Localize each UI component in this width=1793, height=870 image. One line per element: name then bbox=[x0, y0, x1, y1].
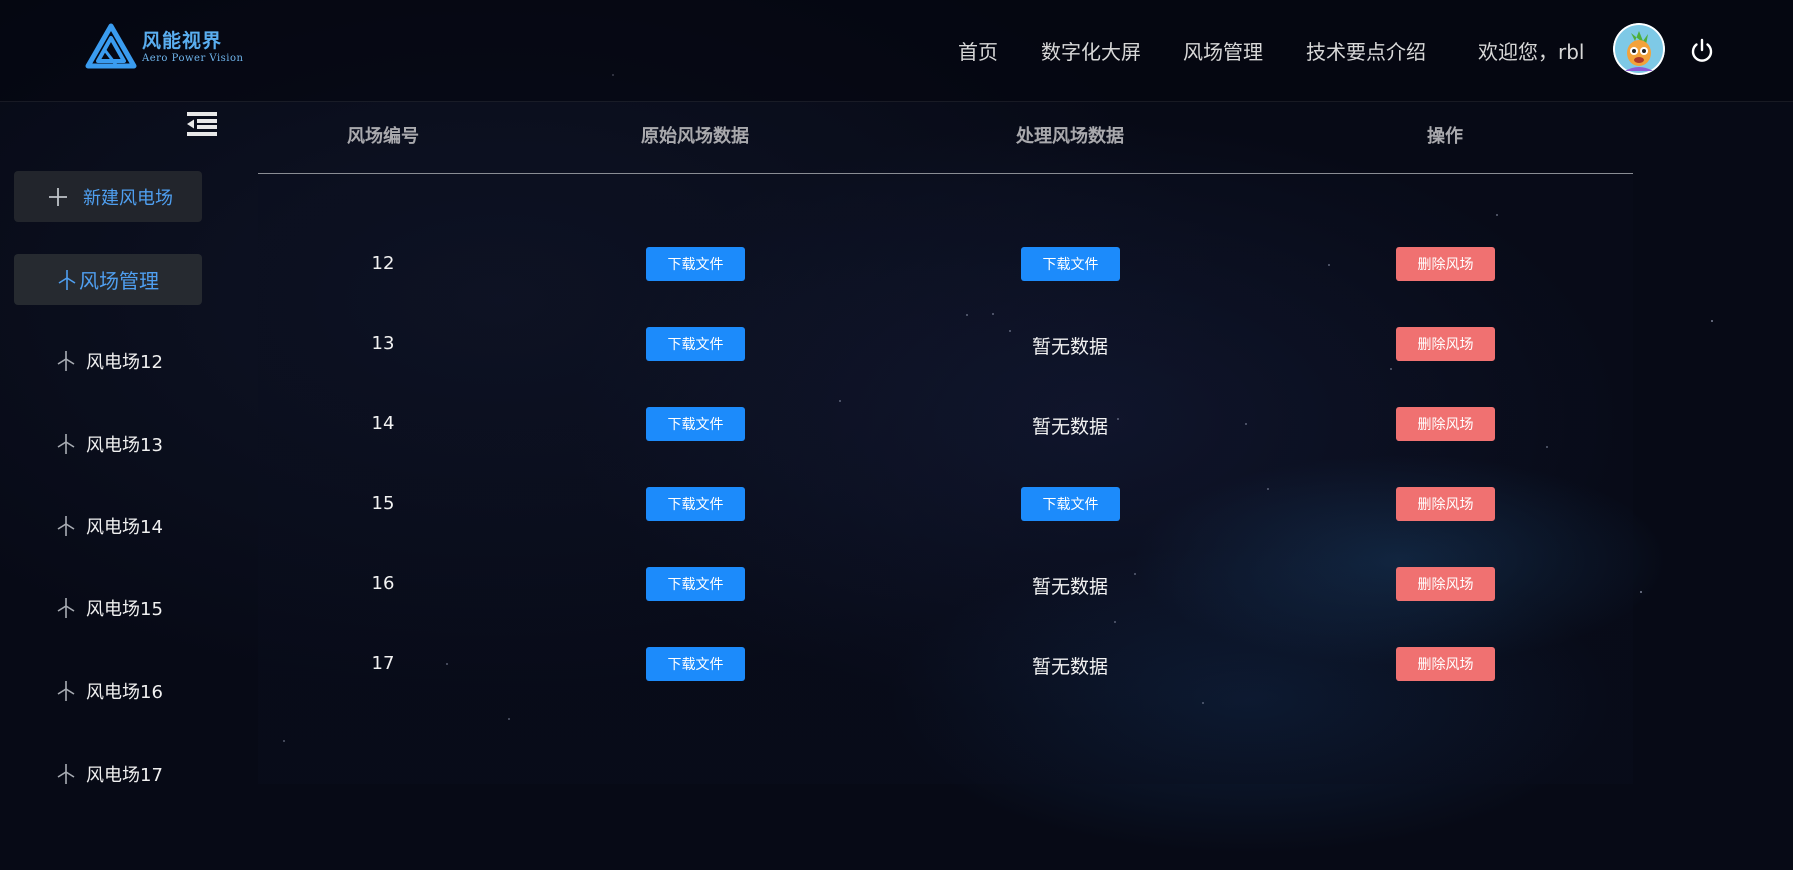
menu-collapse-icon[interactable] bbox=[187, 111, 217, 137]
download-processed-button[interactable]: 下载文件 bbox=[1021, 247, 1120, 281]
wind-turbine-icon bbox=[57, 681, 75, 701]
sidebar-item-windfarm-14[interactable]: 风电场14 bbox=[56, 512, 163, 540]
delete-windfarm-button[interactable]: 删除风场 bbox=[1396, 647, 1495, 681]
table-header-divider bbox=[258, 173, 1633, 174]
wind-turbine-icon bbox=[57, 764, 75, 784]
nav-digital-screen[interactable]: 数字化大屏 bbox=[1041, 36, 1141, 65]
row-id: 14 bbox=[371, 413, 395, 434]
no-data-text: 暂无数据 bbox=[1031, 576, 1109, 598]
nav-windfarm-management[interactable]: 风场管理 bbox=[1183, 36, 1263, 65]
download-processed-button[interactable]: 下载文件 bbox=[1021, 487, 1120, 521]
sidebar-item-label: 风电场17 bbox=[86, 765, 163, 786]
row-id: 17 bbox=[371, 653, 395, 674]
row-id: 12 bbox=[371, 253, 395, 274]
download-raw-button[interactable]: 下载文件 bbox=[646, 407, 745, 441]
column-header-actions: 操作 bbox=[1427, 126, 1463, 147]
sidebar-item-label: 风电场14 bbox=[86, 517, 163, 538]
no-data-text: 暂无数据 bbox=[1031, 656, 1109, 678]
sidebar-item-label: 风电场15 bbox=[86, 599, 163, 620]
no-data-text: 暂无数据 bbox=[1031, 416, 1109, 438]
sidebar-item-label: 风电场12 bbox=[86, 352, 163, 373]
sidebar-item-windfarm-17[interactable]: 风电场17 bbox=[56, 760, 163, 788]
download-raw-button[interactable]: 下载文件 bbox=[646, 567, 745, 601]
nav-home[interactable]: 首页 bbox=[958, 36, 998, 65]
delete-windfarm-button[interactable]: 删除风场 bbox=[1396, 247, 1495, 281]
new-windfarm-button[interactable]: 新建风电场 bbox=[14, 171, 202, 222]
delete-windfarm-button[interactable]: 删除风场 bbox=[1396, 407, 1495, 441]
column-header-raw-data: 原始风场数据 bbox=[641, 126, 749, 147]
row-id: 16 bbox=[371, 573, 395, 594]
sidebar-item-label: 风电场13 bbox=[86, 435, 163, 456]
download-raw-button[interactable]: 下载文件 bbox=[646, 327, 745, 361]
delete-windfarm-button[interactable]: 删除风场 bbox=[1396, 327, 1495, 361]
welcome-text: 欢迎您，rbl bbox=[1478, 40, 1585, 64]
wind-turbine-icon bbox=[58, 269, 76, 290]
download-raw-button[interactable]: 下载文件 bbox=[646, 647, 745, 681]
sidebar-item-windfarm-15[interactable]: 风电场15 bbox=[56, 594, 163, 622]
nav-tech-points[interactable]: 技术要点介绍 bbox=[1306, 36, 1426, 65]
app-logo[interactable]: 风能视界 Aero Power Vision bbox=[84, 22, 243, 72]
column-header-processed-data: 处理风场数据 bbox=[1016, 126, 1124, 147]
column-header-id: 风场编号 bbox=[347, 126, 419, 147]
plus-icon bbox=[49, 187, 67, 206]
row-id: 15 bbox=[371, 493, 395, 514]
wind-turbine-icon bbox=[57, 516, 75, 536]
wind-turbine-icon bbox=[57, 351, 75, 371]
top-header: 风能视界 Aero Power Vision 首页 数字化大屏 风场管理 技术要… bbox=[0, 0, 1793, 102]
sidebar-item-label: 风电场16 bbox=[86, 682, 163, 703]
row-id: 13 bbox=[371, 333, 395, 354]
sidebar-item-windfarm-16[interactable]: 风电场16 bbox=[56, 677, 163, 705]
new-windfarm-label: 新建风电场 bbox=[83, 187, 173, 209]
sidebar-item-windfarm-12[interactable]: 风电场12 bbox=[56, 347, 163, 375]
sidebar-item-windfarm-management[interactable]: 风场管理 bbox=[14, 254, 202, 305]
sidebar-item-label: 风场管理 bbox=[79, 269, 159, 293]
download-raw-button[interactable]: 下载文件 bbox=[646, 487, 745, 521]
delete-windfarm-button[interactable]: 删除风场 bbox=[1396, 567, 1495, 601]
user-avatar[interactable] bbox=[1613, 23, 1665, 75]
wind-turbine-icon bbox=[57, 434, 75, 454]
delete-windfarm-button[interactable]: 删除风场 bbox=[1396, 487, 1495, 521]
download-raw-button[interactable]: 下载文件 bbox=[646, 247, 745, 281]
wind-turbine-icon bbox=[57, 598, 75, 618]
triangle-logo-icon bbox=[85, 23, 137, 69]
logo-title: 风能视界 bbox=[142, 29, 223, 52]
power-icon[interactable] bbox=[1687, 36, 1717, 66]
no-data-text: 暂无数据 bbox=[1031, 336, 1109, 358]
logo-subtitle: Aero Power Vision bbox=[142, 52, 244, 64]
sidebar-item-windfarm-13[interactable]: 风电场13 bbox=[56, 430, 163, 458]
